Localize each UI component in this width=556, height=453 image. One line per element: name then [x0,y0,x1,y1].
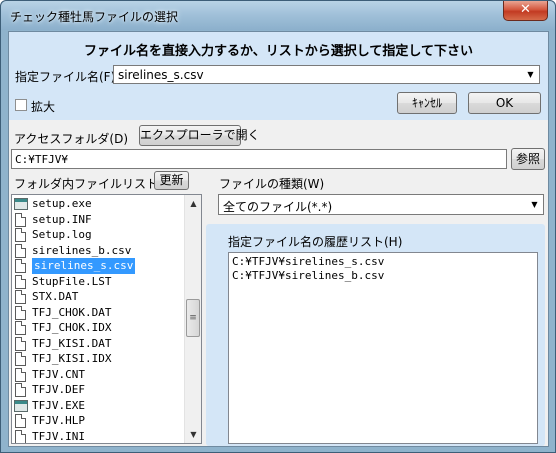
file-name: TFJV.CNT [32,367,85,381]
file-name: TFJV.EXE [32,398,85,412]
file-list-item[interactable]: TFJ_KISI.IDX [14,351,184,367]
enlarge-label: 拡大 [31,100,56,114]
file-list-scrollbar[interactable]: ▲ ≡ ▼ [184,195,201,443]
file-list-item[interactable]: TFJ_KISI.DAT [14,336,184,352]
open-explorer-button[interactable]: エクスプローラで開く [139,125,260,146]
file-list-item[interactable]: TFJV.INI [14,429,184,443]
file-list-item[interactable]: STX.DAT [14,289,184,305]
close-icon: ✕ [520,2,531,17]
document-icon [15,367,26,382]
document-icon [15,336,26,351]
file-list-label: フォルダ内ファイルリスト(L) [14,177,175,191]
folder-path-value: C:¥TFJV¥ [15,153,68,166]
scroll-up-icon[interactable]: ▲ [185,195,201,212]
file-name: sirelines_b.csv [32,243,132,257]
file-list-item[interactable]: TFJV.EXE [14,398,184,414]
document-icon [15,352,26,366]
document-icon [15,414,26,428]
file-name: setup.exe [32,197,92,210]
file-list[interactable]: setup.exe setup.INF Setup.log sirelines_b.c… [11,194,202,444]
dialog-window: チェック種牡馬ファイルの選択 ✕ ファイル名を直接入力するか、リストから選択して… [0,0,556,453]
file-list-item[interactable]: StupFile.LST [14,274,184,290]
dropdown-arrow-icon[interactable]: ▼ [527,197,542,212]
document-icon [15,305,26,320]
file-name: TFJV.HLP [32,414,85,427]
history-item[interactable]: C:¥TFJV¥sirelines_s.csv [232,255,384,268]
instruction-text: ファイル名を直接入力するか、リストから選択して指定して下さい [84,44,473,59]
filename-value: sirelines_s.csv [118,68,204,82]
app-icon [14,399,28,412]
file-list-item[interactable]: setup.exe [14,196,184,212]
file-type-combobox[interactable]: 全てのファイル(*.*) ▼ [218,194,544,215]
filename-label: 指定ファイル名(F) [15,70,116,84]
header-panel: ファイル名を直接入力するか、リストから選択して指定して下さい 指定ファイル名(F… [9,32,548,120]
history-group: 指定ファイル名の履歴リスト(H) C:¥TFJV¥sirelines_s.csv… [206,224,545,446]
document-icon [15,274,26,289]
dialog-client: ファイル名を直接入力するか、リストから選択して指定して下さい 指定ファイル名(F… [8,31,549,447]
history-list[interactable]: C:¥TFJV¥sirelines_s.csv C:¥TFJV¥sireline… [228,252,538,444]
file-list-item[interactable]: TFJV.HLP [14,413,184,429]
app-icon [14,198,28,210]
file-name: setup.INF [32,212,92,226]
file-name: sirelines_s.csv [32,258,136,274]
file-list-item[interactable]: setup.INF [14,212,184,228]
scrollbar-thumb[interactable]: ≡ [186,299,200,337]
file-name: TFJV.INI [32,429,85,443]
title-bar[interactable]: チェック種牡馬ファイルの選択 ✕ [1,1,555,30]
history-label: 指定ファイル名の履歴リスト(H) [228,235,403,249]
document-icon [15,259,26,273]
scroll-down-icon[interactable]: ▼ [185,426,201,443]
file-name: TFJV.DEF [32,383,85,396]
document-icon [15,243,26,258]
document-icon [15,321,26,335]
cancel-button[interactable]: ｷｬﾝｾﾙ [397,92,457,114]
window-title: チェック種牡馬ファイルの選択 [10,10,179,24]
document-icon [15,228,26,242]
close-button[interactable]: ✕ [503,1,548,21]
document-icon [15,212,26,227]
file-name: Setup.log [32,228,92,241]
ok-button[interactable]: OK [468,92,541,114]
file-type-value: 全てのファイル(*.*) [223,200,333,214]
enlarge-checkbox[interactable] [15,99,27,111]
file-list-item[interactable]: TFJ_CHOK.DAT [14,305,184,321]
folder-path-field[interactable]: C:¥TFJV¥ [11,149,507,169]
file-list-item[interactable]: sirelines_s.csv [14,258,184,274]
file-name: STX.DAT [32,290,79,303]
access-folder-label: アクセスフォルダ(D) [14,132,129,146]
browse-button[interactable]: 参照 [511,148,545,170]
file-type-label: ファイルの種類(W) [219,177,325,191]
file-list-item[interactable]: TFJV.CNT [14,367,184,383]
document-icon [15,383,26,397]
file-name: TFJ_KISI.DAT [32,336,112,350]
document-icon [15,290,26,304]
dropdown-arrow-icon[interactable]: ▼ [523,67,538,82]
history-item[interactable]: C:¥TFJV¥sirelines_b.csv [232,269,384,282]
file-list-item[interactable]: TFJ_CHOK.IDX [14,320,184,336]
file-name: TFJ_KISI.IDX [32,352,112,365]
file-list-item[interactable]: Setup.log [14,227,184,243]
file-name: TFJ_CHOK.IDX [32,321,112,334]
file-list-item[interactable]: sirelines_b.csv [14,243,184,259]
file-list-item[interactable]: TFJV.DEF [14,382,184,398]
filename-combobox[interactable]: sirelines_s.csv ▼ [113,65,540,84]
file-name: TFJ_CHOK.DAT [32,305,112,319]
refresh-button[interactable]: 更新 [154,171,189,190]
document-icon [15,429,26,443]
file-name: StupFile.LST [32,274,112,288]
